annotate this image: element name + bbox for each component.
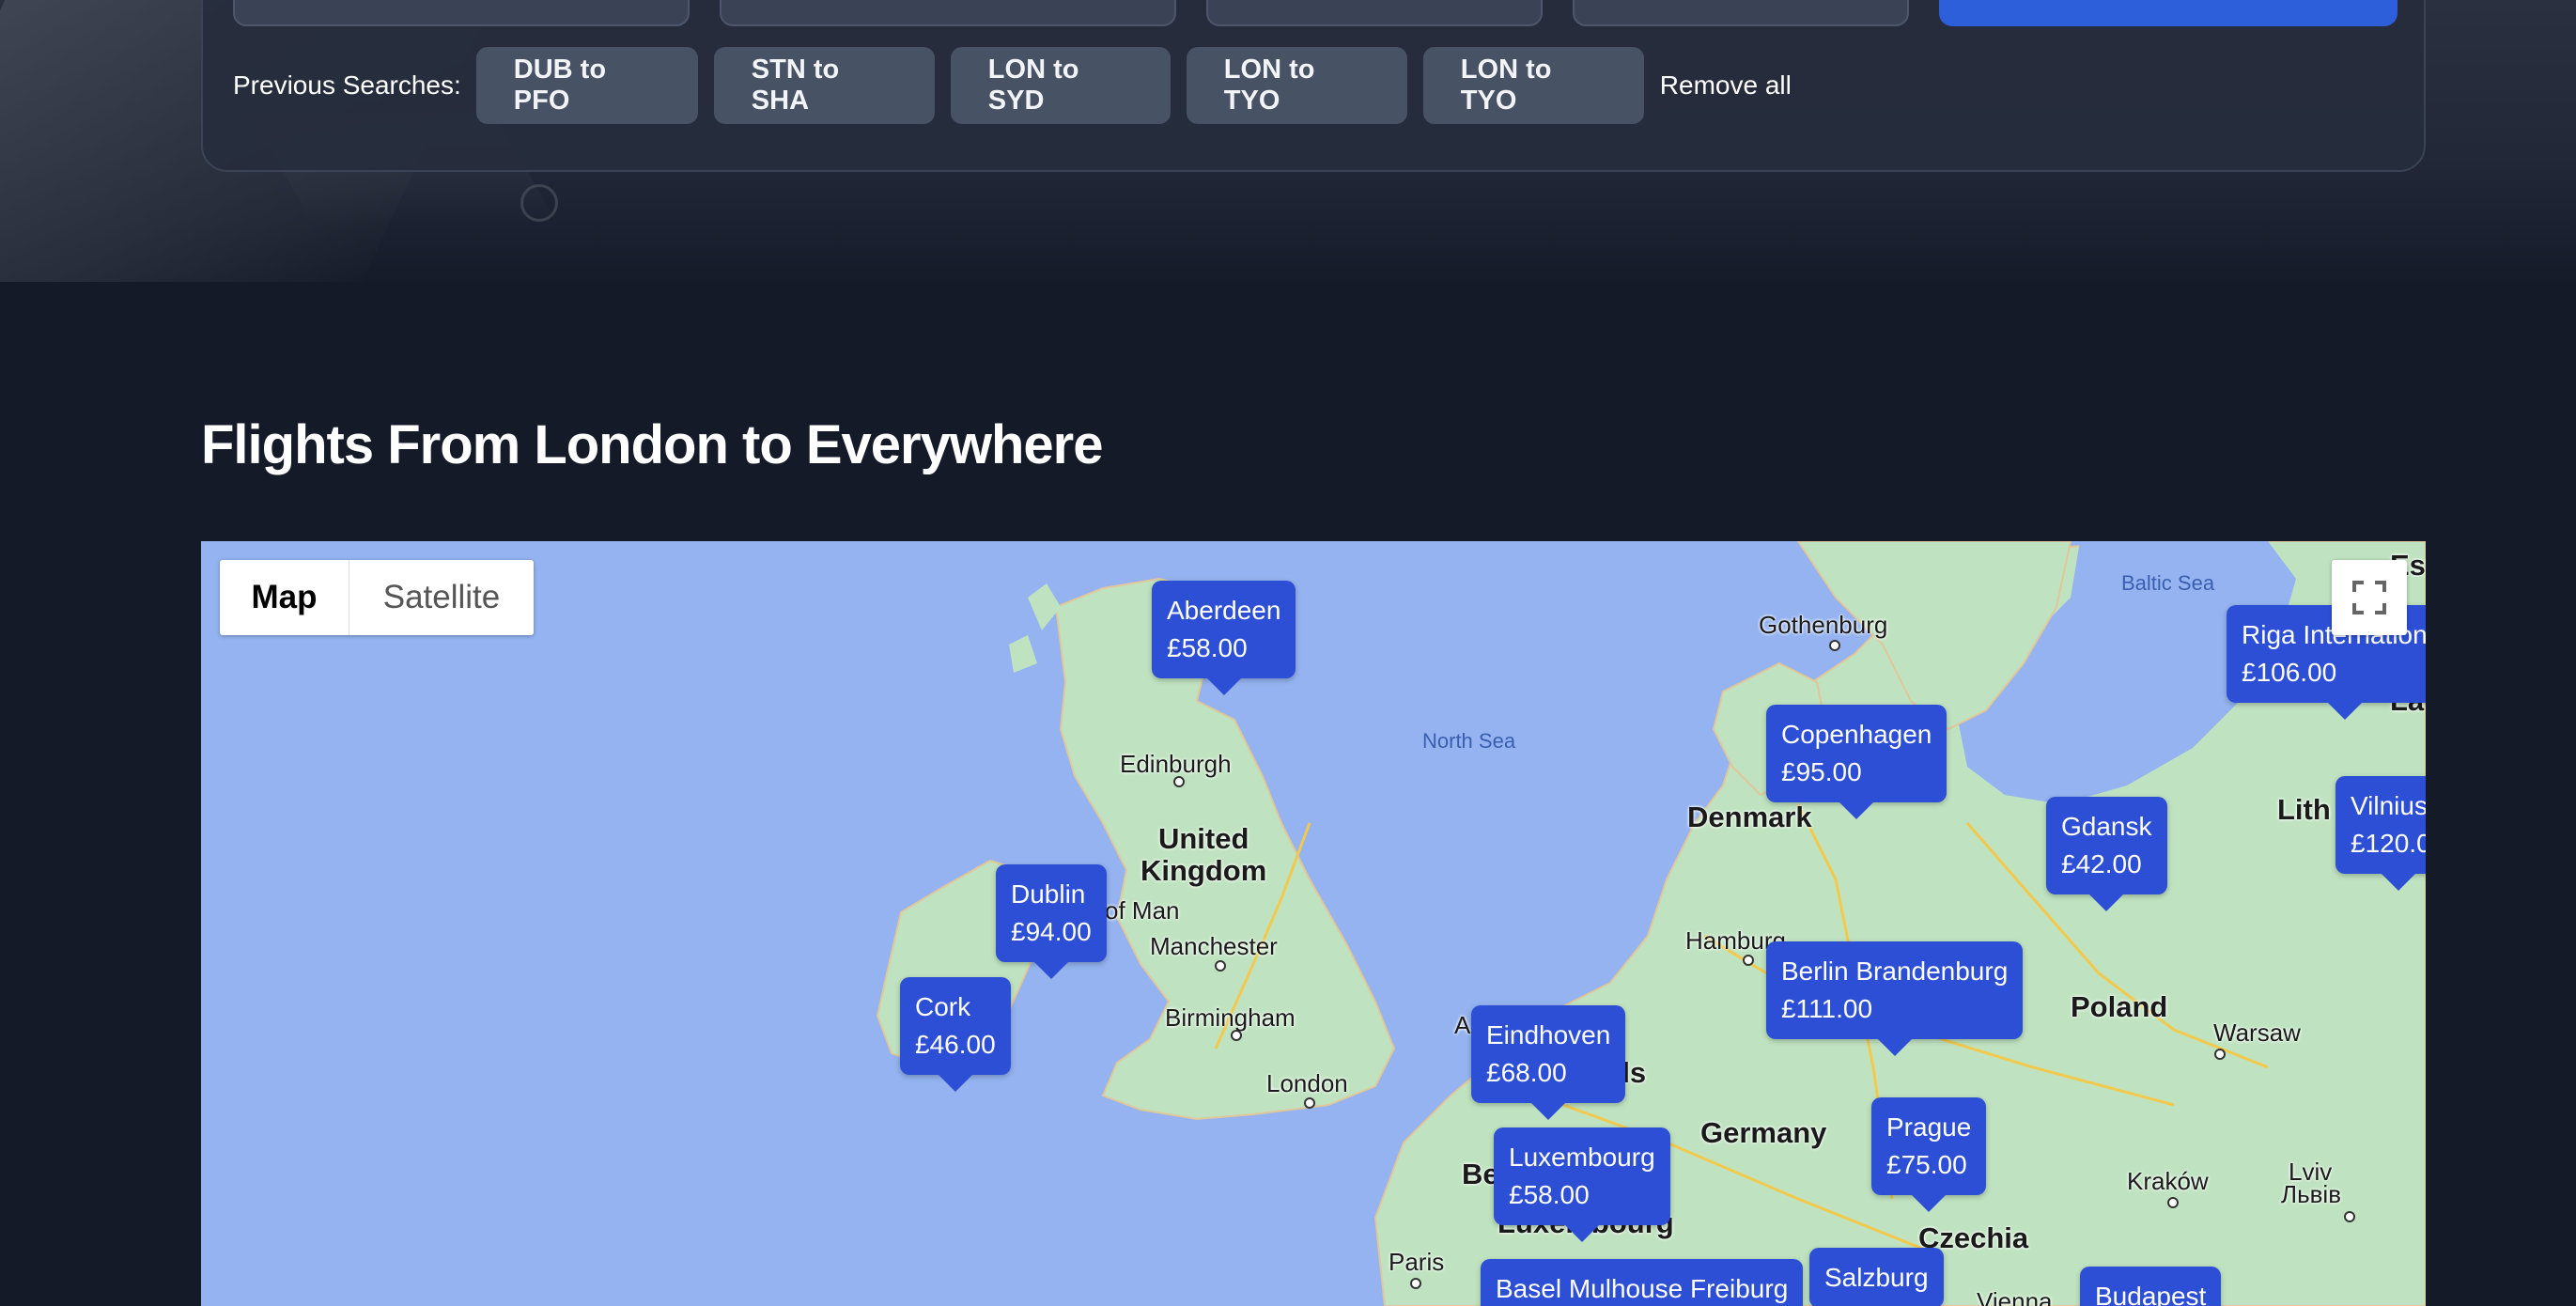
marker-price: £120.00 [2351, 829, 2426, 858]
search-button[interactable] [1939, 0, 2398, 26]
fullscreen-icon [2352, 581, 2386, 614]
search-panel: Previous Searches: DUB to PFO STN to SHA… [201, 0, 2426, 172]
map-price-marker[interactable]: Budapest [2080, 1267, 2222, 1306]
map-price-marker[interactable]: Salzburg [1809, 1248, 1944, 1306]
previous-search-chip[interactable]: DUB to PFO [475, 47, 698, 124]
city-dot [1304, 1097, 1315, 1109]
map-price-marker[interactable]: Cork £46.00 [900, 977, 1011, 1092]
marker-price: £46.00 [915, 1030, 996, 1059]
marker-city: Aberdeen [1167, 596, 1281, 625]
marker-city: Berlin Brandenburg [1781, 956, 2009, 986]
map-price-marker[interactable]: Dublin £94.00 [996, 864, 1107, 979]
map-price-marker[interactable]: Eindhoven £68.00 [1471, 1005, 1626, 1120]
map-label: Paris [1389, 1248, 1445, 1276]
map-price-marker[interactable]: Prague £75.00 [1871, 1097, 1987, 1212]
city-dot [1410, 1278, 1421, 1289]
marker-city: Budapest [2095, 1282, 2207, 1306]
map-label: of Man [1105, 896, 1180, 925]
marker-city: Vilnius [2351, 791, 2426, 820]
city-dot [1743, 955, 1754, 966]
map-label: Львів [2281, 1180, 2342, 1208]
map-label: Vienna [1977, 1287, 2053, 1306]
map-label: North Sea [1422, 729, 1516, 753]
previous-search-chip[interactable]: LON to TYO [1186, 47, 1407, 124]
marker-price: £111.00 [1781, 994, 1873, 1023]
map-label: A [1454, 1011, 1471, 1039]
map-label: United Kingdom [1141, 822, 1267, 887]
map-label: Poland [2071, 990, 2168, 1023]
city-dot [1173, 776, 1185, 787]
map-type-control: Map Satellite [220, 560, 534, 635]
depart-date-field[interactable] [1206, 0, 1543, 26]
map-terrain [876, 541, 2426, 1306]
map-price-marker[interactable]: Gdansk £42.00 [2046, 797, 2167, 911]
hero-image-detail [520, 184, 558, 222]
fullscreen-button[interactable] [2332, 560, 2407, 635]
map-label: Warsaw [2213, 1018, 2301, 1047]
marker-price: £68.00 [1486, 1058, 1567, 1087]
section-title: Flights From London to Everywhere [201, 414, 1104, 475]
map-label: London [1266, 1069, 1348, 1097]
previous-search-chip[interactable]: LON to SYD [950, 47, 1171, 124]
marker-price: £58.00 [1509, 1180, 1590, 1209]
previous-search-chip[interactable]: LON to TYO [1422, 47, 1644, 124]
map-label: Baltic Sea [2121, 571, 2215, 595]
map-label: Germany [1700, 1116, 1827, 1149]
marker-city: Luxembourg [1509, 1143, 1655, 1172]
map-price-marker[interactable]: Copenhagen £95.00 [1766, 705, 1948, 819]
marker-price: £95.00 [1781, 757, 1862, 786]
city-dot [1829, 640, 1840, 651]
marker-price: £75.00 [1886, 1150, 1967, 1179]
map-price-marker[interactable]: Basel Mulhouse Freiburg [1481, 1259, 1804, 1306]
previous-searches: Previous Searches: DUB to PFO STN to SHA… [233, 47, 1792, 124]
marker-city: Basel Mulhouse Freiburg [1496, 1274, 1789, 1303]
destination-field[interactable] [720, 0, 1176, 26]
map-price-marker[interactable]: Berlin Brandenburg £111.00 [1766, 941, 2024, 1056]
marker-city: Prague [1886, 1112, 1972, 1142]
marker-city: Eindhoven [1486, 1020, 1611, 1049]
marker-price: £58.00 [1167, 633, 1248, 662]
city-dot [2214, 1049, 2226, 1060]
marker-city: Gdansk [2061, 812, 2152, 841]
map-label: Manchester [1150, 932, 1278, 960]
map-view-button[interactable]: Map [220, 560, 349, 635]
marker-city: Cork [915, 992, 971, 1021]
city-dot [1231, 1030, 1242, 1041]
marker-price: £94.00 [1011, 917, 1092, 946]
map-price-marker[interactable]: Aberdeen £58.00 [1152, 581, 1296, 695]
marker-city: Salzburg [1824, 1263, 1929, 1292]
city-dot [2344, 1211, 2355, 1222]
map-label: Lith [2277, 793, 2331, 826]
map-price-marker[interactable]: Luxembourg £58.00 [1494, 1127, 1670, 1242]
marker-price: £106.00 [2242, 658, 2337, 687]
marker-city: Copenhagen [1781, 720, 1932, 749]
remove-all-link[interactable]: Remove all [1660, 70, 1792, 101]
map-label: Kraków [2127, 1167, 2209, 1195]
flights-map[interactable]: Baltic Sea Gothenburg North Sea Edinburg… [201, 541, 2426, 1306]
map-label: Gothenburg [1759, 611, 1888, 639]
city-dot [1215, 960, 1226, 972]
map-label: Birmingham [1165, 1003, 1296, 1032]
marker-price: £42.00 [2061, 849, 2142, 878]
return-date-field[interactable] [1573, 0, 1909, 26]
map-price-marker[interactable]: Vilnius £120.00 [2335, 776, 2426, 891]
satellite-view-button[interactable]: Satellite [349, 560, 534, 635]
map-label: Denmark [1687, 801, 1812, 833]
map-label: Edinburgh [1120, 750, 1232, 778]
city-dot [2167, 1197, 2179, 1208]
previous-search-chip[interactable]: STN to SHA [713, 47, 935, 124]
previous-searches-label: Previous Searches: [233, 70, 461, 100]
origin-field[interactable] [233, 0, 690, 26]
marker-city: Dublin [1011, 879, 1086, 909]
